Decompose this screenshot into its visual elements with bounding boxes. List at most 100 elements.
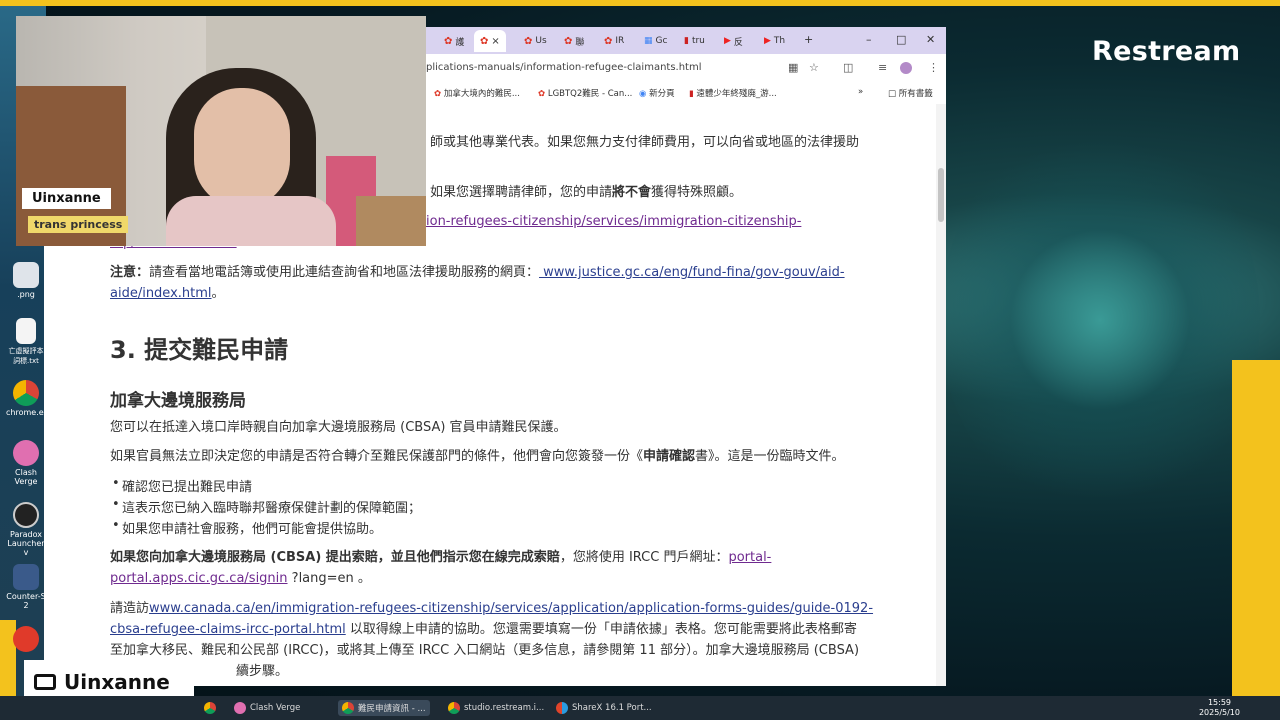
webcam-person-body — [166, 196, 336, 246]
section-heading: 3. 提交難民申請 — [110, 336, 289, 364]
text: 以取得線上申請的協助。您還需要填寫一份「申請依據」表格。您可能需要將此表格郵寄 — [345, 622, 857, 637]
streamer-brand-name: Uinxanne — [64, 670, 170, 694]
scrollbar-thumb[interactable] — [938, 168, 944, 222]
webcam-feed — [16, 16, 426, 246]
taskbar-item[interactable]: ShareX 16.1 Port... — [556, 700, 652, 716]
streamer-tag: trans princess — [28, 216, 129, 233]
tab-close-icon[interactable]: × — [491, 36, 499, 47]
paragraph-lawyer: 師或其他專業代表。如果您無力支付律師費用，可以向省或地區的法律援助 — [430, 135, 860, 150]
paragraph-guide: 請造訪www.canada.ca/en/immigration-refugees… — [110, 598, 873, 619]
subsection-heading: 加拿大邊境服務局 — [110, 391, 246, 411]
taskbar-item[interactable]: Clash Verge — [234, 700, 300, 716]
paragraph-cbsa: 您可以在抵達入境口岸時親自向加拿大邊境服務局 (CBSA) 官員申請難民保護。 — [110, 420, 567, 435]
text: 如果官員無法立即決定您的申請是否符合轉介至難民保護部門的條件，他們會向您簽發一份… — [110, 449, 644, 464]
taskbar-label: ShareX 16.1 Port... — [572, 703, 652, 713]
tab-label: 護 — [455, 37, 465, 48]
bookmark-item[interactable]: ✿ 加拿大境內的難民... — [434, 87, 520, 99]
browser-tab[interactable]: ▮ tru — [684, 33, 705, 49]
tab-strip: ✿ 護 ✿ × ✿ Us ✿ 聯 ✿ IR ▦ Gc ▮ tru ▶ 反 ▶ Th + – □ ✕ — [426, 27, 946, 54]
desktop-icon-chrome[interactable]: chrome.exe — [6, 380, 53, 417]
desktop-icon-paradox[interactable]: Paradox Launcher v — [6, 502, 46, 557]
text: 如果您選擇聘請律師，您的申請 — [430, 185, 613, 200]
extensions-icon[interactable]: ◫ — [843, 61, 853, 74]
legal-aid-link[interactable]: ion-refugees-citizenship/services/immigr… — [426, 211, 801, 232]
tab-label: tru — [691, 36, 705, 46]
stream-border-top — [0, 0, 1280, 6]
bookmark-item[interactable]: ✿ LGBTQ2難民 - Can... — [538, 87, 632, 99]
translate-icon[interactable]: ▦ — [788, 61, 798, 74]
tab-label: Gc — [655, 36, 668, 46]
text: 獲得特殊照顧。 — [651, 185, 743, 200]
bookmarks-bar: ✿ 加拿大境內的難民... ✿ LGBTQ2難民 - Can... ◉ 新分頁 … — [426, 82, 946, 105]
desktop-icon-txt[interactable]: 亡虛擬評本詞標.txt — [6, 318, 46, 366]
guide-link[interactable]: www.canada.ca/en/immigration-refugees-ci… — [149, 601, 873, 616]
taskbar-label: Clash Verge — [250, 703, 301, 713]
maple-leaf-icon: ✿ — [444, 35, 453, 47]
minimize-button[interactable]: – — [866, 33, 872, 46]
justice-link[interactable]: aide/index.html — [110, 286, 212, 301]
tab-label: 聯 — [575, 37, 585, 48]
webcam-person-face — [194, 88, 290, 208]
tab-label: IR — [615, 36, 625, 46]
profile-avatar[interactable] — [900, 62, 912, 74]
portal-link[interactable]: portal- — [728, 550, 771, 565]
url-field[interactable]: plications-manuals/information-refugee-c… — [426, 60, 846, 76]
bookmarks-overflow-icon[interactable]: » — [858, 87, 863, 97]
webcam-box — [356, 196, 426, 246]
menu-icon[interactable]: ⋮ — [928, 61, 939, 74]
desktop-icon-ea[interactable] — [6, 626, 46, 654]
bookmark-item[interactable]: ▮ 遠體少年終殘廃_游... — [689, 87, 777, 99]
browser-tab[interactable]: ✿ 護 — [444, 33, 464, 49]
desktop-icon-label: .png — [17, 290, 35, 299]
media-queue-icon[interactable]: ≡ — [878, 61, 887, 74]
stream-border-right — [1232, 360, 1280, 700]
paradox-icon — [13, 502, 39, 528]
browser-tab-active[interactable]: ✿ × — [474, 30, 506, 52]
image-file-icon — [13, 262, 39, 288]
chrome-icon — [204, 702, 216, 714]
desktop-icon-cs2[interactable]: Counter-S 2 — [6, 564, 46, 610]
browser-tab[interactable]: ✿ Us — [524, 33, 547, 49]
close-window-button[interactable]: ✕ — [926, 33, 935, 46]
guide-link[interactable]: cbsa-refugee-claims-ircc-portal.html — [110, 622, 346, 637]
taskbar-clock[interactable]: 15:59 2025/5/10 — [1199, 698, 1240, 718]
desktop-icon-label: 亡虛擬評本詞標.txt — [8, 347, 44, 365]
new-tab-button[interactable]: + — [804, 33, 813, 46]
link[interactable]: ion-refugees-citizenship/services/immigr… — [426, 214, 801, 229]
text-file-icon — [16, 318, 36, 344]
page-scrollbar[interactable] — [936, 104, 946, 686]
ea-icon — [13, 626, 39, 652]
star-icon[interactable]: ☆ — [809, 61, 819, 74]
sharex-icon — [556, 702, 568, 714]
justice-link[interactable]: www.justice.gc.ca/eng/fund-fina/gov-gouv… — [539, 265, 844, 280]
browser-tab[interactable]: ✿ 聯 — [564, 33, 584, 49]
bookmark-label: 所有書籤 — [898, 89, 933, 99]
browser-tab[interactable]: ▶ Th — [764, 33, 785, 49]
counter-strike-icon — [13, 564, 39, 590]
taskbar-item-active[interactable]: 難民申請資訊 - ... — [338, 700, 430, 716]
desktop-icon-png[interactable]: .png — [6, 262, 46, 299]
bookmark-label: 新分頁 — [649, 89, 675, 99]
desktop-icon-label: Counter-S 2 — [6, 592, 46, 610]
portal-link[interactable]: portal.apps.cic.gc.ca/signin — [110, 571, 288, 586]
browser-tab[interactable]: ✿ IR — [604, 33, 624, 49]
taskbar-label: studio.restream.i... — [464, 703, 545, 713]
bookmark-item[interactable]: ◉ 新分頁 — [639, 87, 675, 99]
google-translate-icon: ▦ — [644, 36, 653, 46]
clock-time: 15:59 — [1207, 698, 1232, 707]
taskbar-item[interactable]: studio.restream.i... — [448, 700, 544, 716]
all-bookmarks[interactable]: □ 所有書籤 — [888, 87, 933, 99]
paragraph-guide-cont3: 續步驟。 — [236, 664, 289, 679]
folder-icon: □ — [888, 89, 897, 99]
browser-tab[interactable]: ▦ Gc — [644, 33, 667, 49]
bookmark-icon: ▮ — [684, 36, 689, 46]
taskbar-chrome[interactable] — [204, 700, 216, 716]
browser-tab[interactable]: ▶ 反 — [724, 33, 743, 49]
bookmark-label: LGBTQ2難民 - Can... — [547, 89, 633, 99]
desktop-icon-clash[interactable]: Clash Verge — [6, 440, 46, 486]
paragraph-online-claim: 如果您向加拿大邊境服務局 (CBSA) 提出索賠，並且他們指示您在線完成索賠，您… — [110, 547, 771, 568]
maximize-button[interactable]: □ — [896, 33, 906, 46]
restream-logo: Restream — [1092, 36, 1241, 67]
chrome-icon — [13, 380, 39, 406]
bookmark-label: 加拿大境內的難民... — [443, 89, 520, 99]
